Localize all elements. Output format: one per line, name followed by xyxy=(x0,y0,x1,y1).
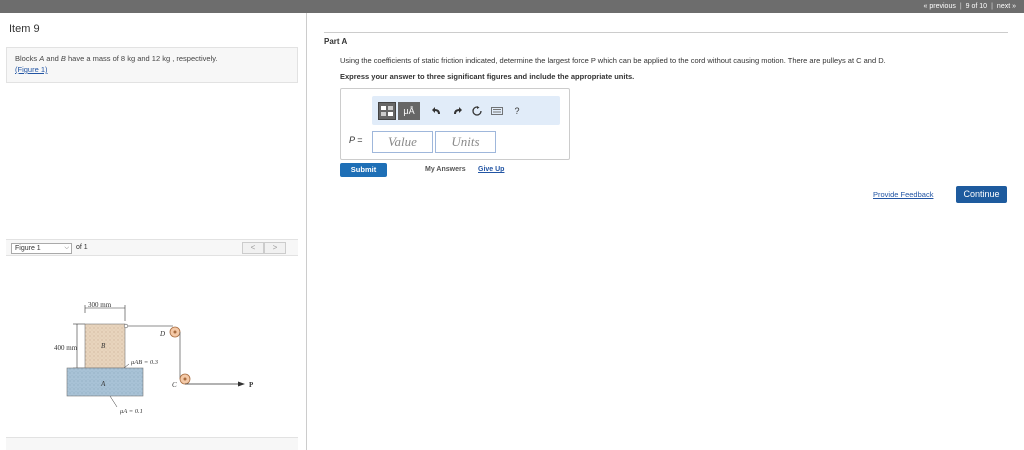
figure-select[interactable]: Figure 1 ⌵ xyxy=(11,243,72,254)
figure-link[interactable]: (Figure 1) xyxy=(15,65,48,74)
pulley-c-hub xyxy=(183,377,187,381)
figure-next-button[interactable]: > xyxy=(264,242,286,254)
my-answers-label: My Answers xyxy=(425,166,466,173)
mu-a-label: μA = 0.1 xyxy=(120,408,143,415)
left-footer-bar xyxy=(6,437,298,450)
answer-box: μÅ ? P = Value Units xyxy=(340,88,570,160)
next-link[interactable]: next » xyxy=(997,3,1016,10)
dim-height-label: 400 mm xyxy=(54,344,78,352)
help-icon[interactable]: ? xyxy=(508,102,526,120)
item-title: Item 9 xyxy=(9,23,40,35)
pager-separator: | xyxy=(959,3,962,10)
figure-select-value: Figure 1 xyxy=(15,245,41,252)
block-a-label: A xyxy=(100,380,106,388)
leader-line xyxy=(109,395,118,408)
value-input[interactable]: Value xyxy=(372,131,433,153)
keyboard-icon[interactable] xyxy=(488,102,506,120)
pager-separator: | xyxy=(991,3,993,10)
figure-prev-button[interactable]: < xyxy=(242,242,264,254)
previous-link[interactable]: « previous xyxy=(924,3,956,10)
question-text: Using the coefficients of static frictio… xyxy=(340,56,886,65)
part-title: Part A xyxy=(324,37,348,46)
redo-icon[interactable] xyxy=(448,102,466,120)
figure-count: of 1 xyxy=(76,244,88,251)
submit-button[interactable]: Submit xyxy=(340,163,387,177)
pulley-d-hub xyxy=(173,330,177,334)
divider xyxy=(324,32,1008,33)
figure-bar: Figure 1 ⌵ of 1 < > xyxy=(6,239,298,256)
pager-position: 9 of 10 xyxy=(965,3,988,10)
problem-text: have a mass of 8 kg and 12 kg , respecti… xyxy=(65,54,218,63)
pulley-d-label: D xyxy=(159,330,165,338)
math-toolbar: μÅ ? xyxy=(372,96,560,125)
give-up-link[interactable]: Give Up xyxy=(478,166,504,173)
units-input[interactable]: Units xyxy=(435,131,496,153)
block-b-label: B xyxy=(101,342,106,350)
reset-icon[interactable] xyxy=(468,102,486,120)
cord-attachment xyxy=(123,323,129,329)
units-symbol-button[interactable]: μÅ xyxy=(398,101,420,120)
templates-icon[interactable] xyxy=(378,101,396,120)
figure-nav: < > xyxy=(242,242,286,254)
left-panel: Item 9 Blocks A and B have a mass of 8 k… xyxy=(0,13,307,450)
problem-text: Blocks xyxy=(15,54,40,63)
problem-text: and xyxy=(44,54,61,63)
force-p-label: P xyxy=(249,381,254,389)
top-bar: « previous | 9 of 10 | next » xyxy=(0,0,1024,13)
mu-ab-label: μAB = 0.3 xyxy=(131,359,159,366)
continue-button[interactable]: Continue xyxy=(956,186,1007,203)
answer-label: P = xyxy=(349,135,363,145)
arrow-icon xyxy=(238,381,245,387)
pager: « previous | 9 of 10 | next » xyxy=(924,0,1016,13)
dim-width-label: 300 mm xyxy=(88,301,112,309)
instruction-text: Express your answer to three significant… xyxy=(340,72,635,81)
undo-icon[interactable] xyxy=(428,102,446,120)
pulley-c-label: C xyxy=(172,381,177,389)
mechanics-figure: 300 mm 400 mm B A D C P μAB = 0.3 μA = 0… xyxy=(54,301,254,415)
problem-statement: Blocks A and B have a mass of 8 kg and 1… xyxy=(6,47,298,83)
provide-feedback-link[interactable]: Provide Feedback xyxy=(873,190,933,199)
chevron-down-icon: ⌵ xyxy=(64,245,69,251)
